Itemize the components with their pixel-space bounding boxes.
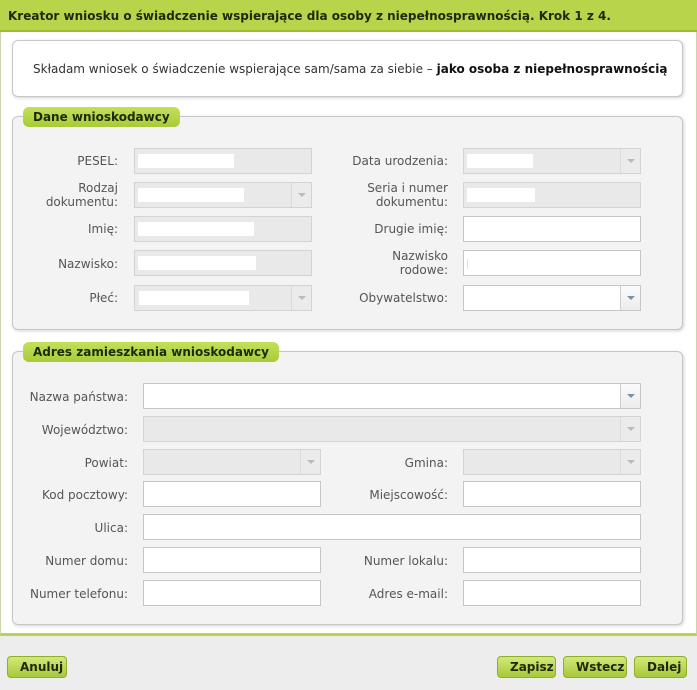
doc-type-label: Rodzaj dokumentu: xyxy=(24,181,118,209)
family-name-label: Nazwisko rodowe: xyxy=(330,249,448,277)
postal-code-field[interactable] xyxy=(143,481,321,507)
doc-type-select[interactable] xyxy=(134,182,312,208)
intro-box: Składam wniosek o świadczenie wspierając… xyxy=(12,40,683,97)
cancel-button[interactable]: Anuluj xyxy=(7,656,67,678)
sex-select[interactable] xyxy=(134,285,312,311)
intro-applicant-type: jako osoba z niepełnosprawnością xyxy=(436,62,668,76)
commune-label: Gmina: xyxy=(404,456,448,470)
first-name-label: Imię: xyxy=(88,222,118,236)
intro-text: Składam wniosek o świadczenie wspierając… xyxy=(33,62,667,76)
citizenship-dropdown-icon[interactable] xyxy=(620,286,640,310)
family-name-label-line1: Nazwisko xyxy=(392,249,448,263)
address-section-title: Adres zamieszkania wnioskodawcy xyxy=(23,342,279,362)
doc-type-label-line2: dokumentu: xyxy=(45,195,118,209)
doc-type-dropdown-icon[interactable] xyxy=(291,183,311,207)
birth-date-field[interactable] xyxy=(463,148,641,174)
street-label: Ulica: xyxy=(94,521,128,535)
country-select[interactable] xyxy=(143,383,641,409)
next-button[interactable]: Dalej xyxy=(634,656,687,678)
province-dropdown-icon[interactable] xyxy=(620,417,640,441)
birth-date-label: Data urodzenia: xyxy=(352,154,448,168)
house-number-field[interactable] xyxy=(143,547,321,573)
intro-statement: Składam wniosek o świadczenie wspierając… xyxy=(33,62,437,76)
commune-select[interactable] xyxy=(463,449,641,475)
text-cursor xyxy=(467,259,468,269)
birth-date-dropdown-icon[interactable] xyxy=(620,149,640,173)
doc-number-label-line1: Seria i numer xyxy=(367,181,448,195)
flat-number-label: Numer lokalu: xyxy=(363,554,448,568)
sex-label: Płeć: xyxy=(89,291,118,305)
phone-field[interactable] xyxy=(143,580,321,606)
wizard-title-bar: Kreator wniosku o świadczenie wspierając… xyxy=(0,0,697,32)
doc-number-label-line2: dokumentu: xyxy=(375,195,448,209)
country-label: Nazwa państwa: xyxy=(29,390,128,404)
doc-type-label-line1: Rodzaj xyxy=(78,181,118,195)
doc-number-label: Seria i numer dokumentu: xyxy=(330,181,448,209)
flat-number-field[interactable] xyxy=(463,547,641,573)
family-name-label-line2: rodowe: xyxy=(399,263,448,277)
wizard-title: Kreator wniosku o świadczenie wspierając… xyxy=(8,9,611,23)
back-button[interactable]: Wstecz xyxy=(563,656,627,678)
house-number-label: Numer domu: xyxy=(45,554,128,568)
province-select[interactable] xyxy=(143,416,641,442)
email-field[interactable] xyxy=(463,580,641,606)
second-name-field[interactable] xyxy=(463,216,641,242)
pesel-label: PESEL: xyxy=(77,154,118,168)
sex-dropdown-icon[interactable] xyxy=(291,286,311,310)
province-label: Województwo: xyxy=(41,423,128,437)
applicant-section-title: Dane wnioskodawcy xyxy=(23,107,180,127)
family-name-field[interactable] xyxy=(463,250,641,276)
phone-label: Numer telefonu: xyxy=(29,587,128,601)
citizenship-select[interactable] xyxy=(463,285,641,311)
county-select[interactable] xyxy=(143,449,321,475)
commune-dropdown-icon[interactable] xyxy=(620,450,640,474)
first-name-field[interactable] xyxy=(134,216,312,242)
last-name-field[interactable] xyxy=(134,250,312,276)
last-name-label: Nazwisko: xyxy=(58,257,118,271)
second-name-label: Drugie imię: xyxy=(374,222,448,236)
county-dropdown-icon[interactable] xyxy=(300,450,320,474)
email-label: Adres e-mail: xyxy=(368,587,448,601)
street-field[interactable] xyxy=(143,514,641,540)
country-dropdown-icon[interactable] xyxy=(620,384,640,408)
pesel-field[interactable] xyxy=(134,148,312,174)
postal-code-label: Kod pocztowy: xyxy=(41,488,128,502)
save-button[interactable]: Zapisz xyxy=(497,656,556,678)
city-label: Miejscowość: xyxy=(369,488,448,502)
citizenship-label: Obywatelstwo: xyxy=(359,291,448,305)
county-label: Powiat: xyxy=(84,456,128,470)
doc-number-field[interactable] xyxy=(463,182,641,208)
city-field[interactable] xyxy=(463,481,641,507)
